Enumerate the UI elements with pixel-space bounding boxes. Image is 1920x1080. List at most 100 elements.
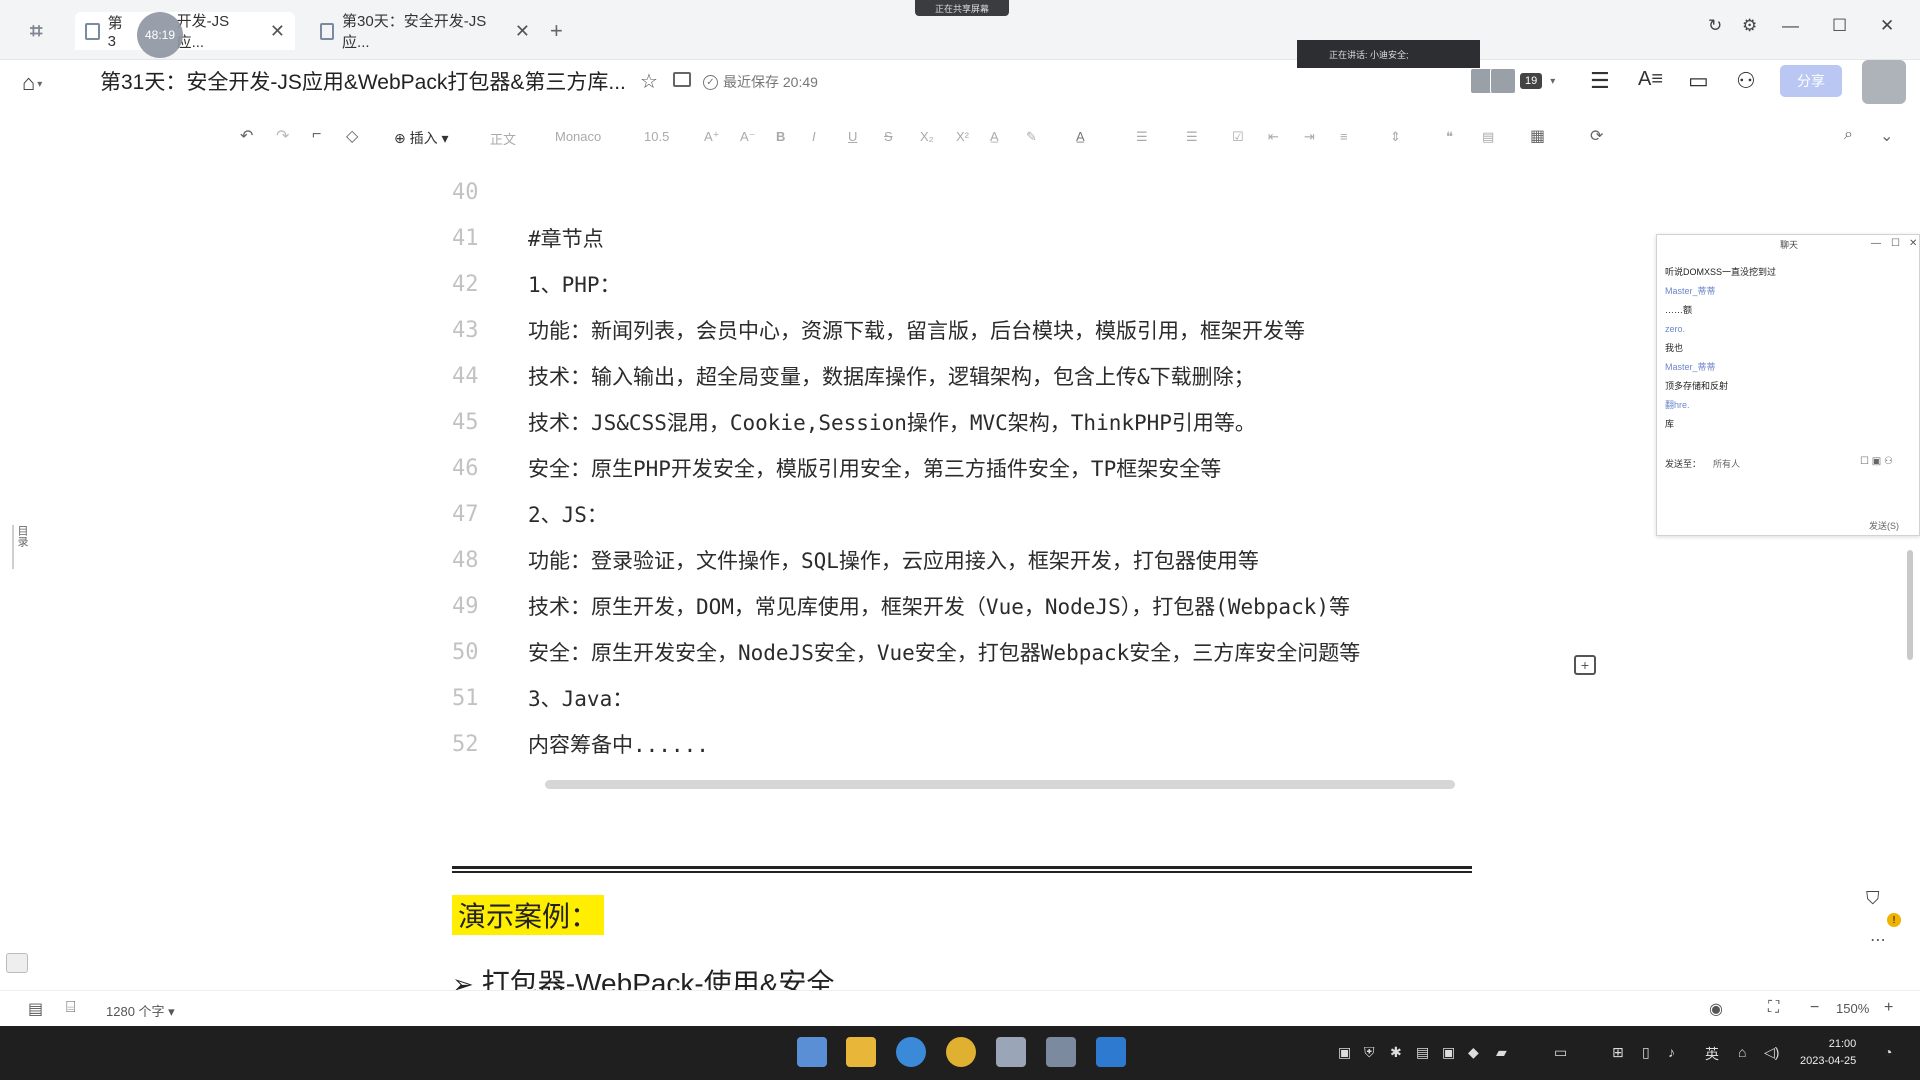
outdent-icon[interactable]: ⇤ bbox=[1268, 129, 1279, 145]
star-icon[interactable]: ☆ bbox=[640, 69, 658, 94]
font-size-select[interactable]: 10.5 bbox=[644, 129, 669, 144]
tab-current-doc[interactable]: 第3 开发-JS应... ✕ bbox=[75, 12, 295, 51]
bullet-list-icon[interactable]: ☰ bbox=[1136, 129, 1148, 145]
indent-icon[interactable]: ⇥ bbox=[1304, 129, 1315, 145]
chat-maximize-icon[interactable]: ☐ bbox=[1891, 238, 1900, 249]
grid-icon[interactable]: ⊞ bbox=[1612, 1044, 1624, 1061]
outline-toggle[interactable]: 目录 bbox=[12, 525, 30, 569]
strikethrough-icon[interactable]: S bbox=[884, 129, 893, 144]
user-avatar[interactable] bbox=[1862, 60, 1906, 104]
volume-icon[interactable]: ◁) bbox=[1764, 1044, 1779, 1061]
zoom-out-icon[interactable]: − bbox=[1810, 999, 1819, 1017]
zoom-level[interactable]: 150% bbox=[1836, 1001, 1869, 1016]
plugin-icon[interactable]: ⟳ bbox=[1590, 126, 1603, 146]
checklist-icon[interactable]: ☑ bbox=[1232, 129, 1244, 145]
user-permission-icon[interactable]: ⚇ bbox=[1736, 68, 1756, 94]
bluetooth-icon[interactable]: ✱ bbox=[1390, 1044, 1402, 1061]
table-icon[interactable]: ▦ bbox=[1530, 126, 1545, 146]
menu-lines-icon[interactable]: ☰ bbox=[1590, 68, 1610, 94]
chat-send-button[interactable]: 发送(S) bbox=[1869, 519, 1899, 532]
new-tab-icon[interactable]: + bbox=[550, 18, 563, 44]
share-button[interactable]: 分享 bbox=[1780, 65, 1842, 97]
phone-icon[interactable]: ▯ bbox=[1642, 1044, 1650, 1061]
file-explorer-icon[interactable] bbox=[846, 1037, 876, 1067]
insert-button[interactable]: ⊕ 插入 ▾ bbox=[394, 128, 449, 148]
sidebar-toggle-icon[interactable] bbox=[6, 953, 28, 973]
doc-app-icon[interactable] bbox=[996, 1037, 1026, 1067]
home-icon[interactable]: ⌂ ▾ bbox=[22, 70, 42, 96]
shirt-icon[interactable]: ⛉ bbox=[1866, 888, 1880, 909]
network-icon[interactable]: ⌂ bbox=[1738, 1044, 1746, 1060]
quote-icon[interactable]: ❝ bbox=[1446, 129, 1453, 145]
code-block[interactable]: 40 41 #章节点 42 1、PHP： 43 功能：新闻列表，会员中心，资源下载，留… bbox=[440, 172, 1470, 792]
minimize-icon[interactable]: — bbox=[1782, 16, 1799, 36]
more-options-icon[interactable]: ⋯ bbox=[1870, 930, 1886, 950]
code-horizontal-scrollbar[interactable] bbox=[545, 780, 1455, 789]
refresh-icon[interactable]: ↻ bbox=[1708, 16, 1722, 36]
line-spacing-icon[interactable]: ⇕ bbox=[1390, 129, 1401, 145]
chrome-browser-icon[interactable] bbox=[946, 1037, 976, 1067]
increase-font-icon[interactable]: A⁺ bbox=[704, 129, 720, 145]
photos-icon[interactable] bbox=[1046, 1037, 1076, 1067]
system-clock[interactable]: 21:00 2023-04-25 bbox=[1800, 1036, 1856, 1070]
add-comment-icon[interactable]: + bbox=[1574, 655, 1596, 675]
vertical-scrollbar[interactable] bbox=[1907, 550, 1913, 660]
settings-gear-icon[interactable]: ⚙ bbox=[1742, 16, 1757, 36]
folder-icon[interactable] bbox=[673, 72, 691, 87]
tray-app-icon[interactable]: ▣ bbox=[1338, 1044, 1351, 1061]
close-tab-icon[interactable]: ✕ bbox=[515, 21, 530, 42]
decrease-font-icon[interactable]: A⁻ bbox=[740, 129, 756, 145]
undo-icon[interactable]: ↶ bbox=[240, 126, 253, 146]
app-logo-icon[interactable]: ⌗ bbox=[30, 18, 58, 44]
page-view-icon[interactable]: ▤ bbox=[28, 999, 43, 1019]
text-format-icon[interactable]: A≡ bbox=[1638, 68, 1663, 91]
numbered-list-icon[interactable]: ☰ bbox=[1186, 129, 1198, 145]
fullscreen-icon[interactable]: ⛶ bbox=[1768, 999, 1779, 1017]
warning-icon[interactable]: ! bbox=[1887, 913, 1901, 927]
tray-app-icon[interactable]: ▤ bbox=[1416, 1044, 1429, 1061]
superscript-icon[interactable]: X² bbox=[956, 129, 969, 144]
font-color-icon[interactable]: A̲ bbox=[1076, 129, 1085, 144]
zoom-in-icon[interactable]: + bbox=[1884, 999, 1893, 1017]
security-shield-icon[interactable]: ⛨ bbox=[1364, 1044, 1375, 1061]
close-window-icon[interactable]: ✕ bbox=[1880, 16, 1894, 36]
chat-window[interactable]: 聊天 — ☐ ✕ 听说DOMXSS一直没挖到过 Master_蒂蒂 ……额 ze… bbox=[1656, 234, 1920, 536]
document-title[interactable]: 第31天：安全开发-JS应用&WebPack打包器&第三方库... bbox=[100, 66, 626, 96]
maximize-icon[interactable]: ☐ bbox=[1832, 16, 1847, 36]
subscript-icon[interactable]: X₂ bbox=[920, 129, 934, 144]
play-icon[interactable]: ◉ bbox=[1709, 999, 1723, 1019]
style-select[interactable]: 正文 bbox=[490, 129, 516, 148]
char-spacing-icon[interactable]: A̲ bbox=[990, 129, 999, 144]
print-layout-icon[interactable]: ⌸ bbox=[66, 999, 76, 1017]
word-count[interactable]: 1280 个字 ▾ bbox=[106, 1001, 175, 1020]
chat-tools-icon[interactable]: ☐ ▣ ⚇ bbox=[1860, 456, 1893, 467]
display-icon[interactable]: ▭ bbox=[1554, 1044, 1567, 1061]
edge-browser-icon[interactable] bbox=[896, 1037, 926, 1067]
bold-icon[interactable]: B bbox=[776, 129, 785, 144]
ime-indicator[interactable]: 英 bbox=[1705, 1044, 1719, 1064]
screen-share-banner[interactable]: 正在共享屏幕 bbox=[915, 0, 1009, 16]
start-menu-icon[interactable] bbox=[797, 1037, 827, 1067]
microphone-icon[interactable]: ♪ bbox=[1668, 1044, 1675, 1060]
tray-app-icon[interactable]: ▰ bbox=[1496, 1044, 1507, 1061]
send-to-select[interactable]: 所有人 bbox=[1713, 457, 1740, 470]
search-icon[interactable]: ⌕ bbox=[1844, 126, 1853, 144]
chat-close-icon[interactable]: ✕ bbox=[1909, 238, 1917, 249]
eraser-icon[interactable]: ◇ bbox=[346, 126, 358, 146]
tray-app-icon[interactable]: ▣ bbox=[1442, 1044, 1455, 1061]
tray-app-icon[interactable]: ◆ bbox=[1468, 1044, 1479, 1061]
font-select[interactable]: Monaco bbox=[555, 129, 601, 144]
chevron-down-icon[interactable]: ⌄ bbox=[1880, 126, 1893, 146]
underline-icon[interactable]: U bbox=[848, 129, 857, 144]
divider-icon[interactable]: ▤ bbox=[1482, 129, 1494, 145]
collaborator-avatars[interactable]: 19 ▾ bbox=[1470, 68, 1555, 94]
chat-minimize-icon[interactable]: — bbox=[1871, 238, 1881, 249]
align-icon[interactable]: ≡ bbox=[1340, 129, 1348, 144]
format-painter-icon[interactable]: ⌐ bbox=[312, 126, 321, 144]
notification-icon[interactable]: ◔ bbox=[1884, 1044, 1892, 1060]
close-tab-icon[interactable]: ✕ bbox=[270, 21, 285, 42]
tab-previous-doc[interactable]: 第30天：安全开发-JS应... ✕ bbox=[310, 12, 540, 51]
presentation-icon[interactable]: ▭ bbox=[1688, 68, 1709, 94]
highlight-icon[interactable]: ✎ bbox=[1026, 129, 1037, 145]
italic-icon[interactable]: I bbox=[812, 129, 816, 144]
